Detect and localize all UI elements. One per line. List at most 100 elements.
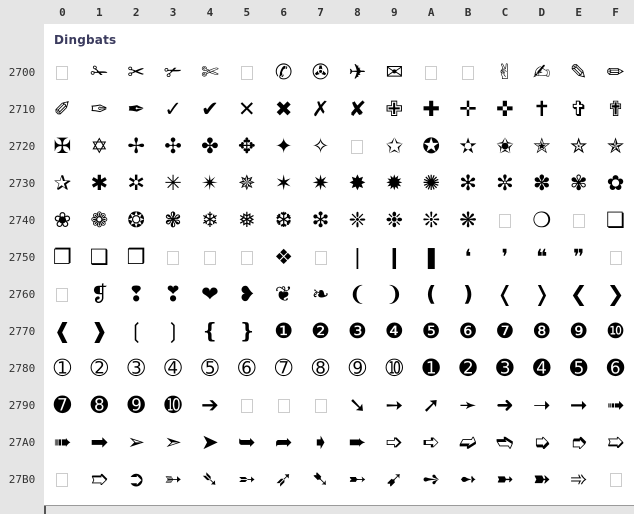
glyph-cell[interactable]: [560, 202, 597, 239]
glyph-cell[interactable]: ➙: [376, 387, 413, 424]
glyph-cell[interactable]: ➚: [413, 387, 450, 424]
glyph-cell[interactable]: ✧: [302, 128, 339, 165]
glyph-cell[interactable]: ❝: [523, 239, 560, 276]
glyph-cell[interactable]: ➦: [265, 424, 302, 461]
glyph-cell[interactable]: ❫: [450, 276, 487, 313]
glyph-cell[interactable]: ✪: [413, 128, 450, 165]
glyph-cell[interactable]: ➨: [339, 424, 376, 461]
glyph-cell[interactable]: ✒: [118, 91, 155, 128]
glyph-cell[interactable]: [487, 202, 524, 239]
glyph-cell[interactable]: ✴: [192, 165, 229, 202]
glyph-cell[interactable]: ✯: [597, 128, 634, 165]
glyph-cell[interactable]: ✐: [44, 91, 81, 128]
glyph-cell[interactable]: [302, 239, 339, 276]
glyph-cell[interactable]: ➂: [118, 350, 155, 387]
glyph-cell[interactable]: ➸: [339, 461, 376, 498]
glyph-cell[interactable]: ✖: [265, 91, 302, 128]
glyph-cell[interactable]: ❽: [523, 313, 560, 350]
glyph-cell[interactable]: ❇: [302, 202, 339, 239]
glyph-cell[interactable]: ❸: [339, 313, 376, 350]
glyph-cell[interactable]: ✣: [155, 128, 192, 165]
glyph-cell[interactable]: ❋: [450, 202, 487, 239]
glyph-cell[interactable]: ✰: [44, 165, 81, 202]
glyph-cell[interactable]: ❞: [560, 239, 597, 276]
glyph-cell[interactable]: [192, 239, 229, 276]
glyph-cell[interactable]: [413, 54, 450, 91]
glyph-cell[interactable]: ✈: [339, 54, 376, 91]
glyph-cell[interactable]: ❳: [155, 313, 192, 350]
glyph-cell[interactable]: ✑: [81, 91, 118, 128]
glyph-cell[interactable]: [228, 239, 265, 276]
glyph-cell[interactable]: ❏: [597, 202, 634, 239]
glyph-cell[interactable]: ➯: [597, 424, 634, 461]
glyph-cell[interactable]: ✦: [265, 128, 302, 165]
glyph-cell[interactable]: [44, 54, 81, 91]
glyph-cell[interactable]: ✹: [376, 165, 413, 202]
glyph-cell[interactable]: ❬: [487, 276, 524, 313]
glyph-cell[interactable]: ✸: [339, 165, 376, 202]
glyph-cell[interactable]: [44, 276, 81, 313]
glyph-cell[interactable]: ❲: [118, 313, 155, 350]
glyph-cell[interactable]: ✺: [413, 165, 450, 202]
glyph-cell[interactable]: ❙: [376, 239, 413, 276]
glyph-cell[interactable]: ➔: [192, 387, 229, 424]
glyph-cell[interactable]: ✡: [81, 128, 118, 165]
glyph-cell[interactable]: ➲: [118, 461, 155, 498]
glyph-cell[interactable]: ❼: [487, 313, 524, 350]
glyph-cell[interactable]: ✢: [118, 128, 155, 165]
glyph-cell[interactable]: ✌: [487, 54, 524, 91]
glyph-cell[interactable]: ➝: [523, 387, 560, 424]
glyph-cell[interactable]: ➤: [192, 424, 229, 461]
glyph-cell[interactable]: ➡: [81, 424, 118, 461]
glyph-cell[interactable]: ❍: [523, 202, 560, 239]
glyph-cell[interactable]: ➱: [81, 461, 118, 498]
glyph-cell[interactable]: ➻: [450, 461, 487, 498]
glyph-cell[interactable]: ✝: [523, 91, 560, 128]
glyph-cell[interactable]: ➵: [228, 461, 265, 498]
glyph-cell[interactable]: [450, 54, 487, 91]
glyph-cell[interactable]: ➾: [560, 461, 597, 498]
glyph-cell[interactable]: ✏: [597, 54, 634, 91]
glyph-cell[interactable]: ✂: [118, 54, 155, 91]
glyph-cell[interactable]: ✇: [302, 54, 339, 91]
glyph-cell[interactable]: ✛: [450, 91, 487, 128]
glyph-cell[interactable]: ✵: [228, 165, 265, 202]
glyph-cell[interactable]: ➣: [155, 424, 192, 461]
glyph-cell[interactable]: ❑: [81, 239, 118, 276]
glyph-cell[interactable]: ❖: [265, 239, 302, 276]
glyph-cell[interactable]: ✁: [81, 54, 118, 91]
glyph-cell[interactable]: [265, 387, 302, 424]
glyph-cell[interactable]: ✃: [155, 54, 192, 91]
glyph-cell[interactable]: ➑: [81, 387, 118, 424]
glyph-cell[interactable]: ✍: [523, 54, 560, 91]
glyph-cell[interactable]: ✟: [597, 91, 634, 128]
glyph-cell[interactable]: ➘: [339, 387, 376, 424]
glyph-cell[interactable]: ❄: [192, 202, 229, 239]
glyph-cell[interactable]: [597, 239, 634, 276]
glyph-cell[interactable]: ✞: [560, 91, 597, 128]
glyph-cell[interactable]: ❚: [413, 239, 450, 276]
glyph-cell[interactable]: ❥: [228, 276, 265, 313]
glyph-cell[interactable]: ✶: [265, 165, 302, 202]
glyph-cell[interactable]: ❾: [560, 313, 597, 350]
glyph-cell[interactable]: ✲: [118, 165, 155, 202]
glyph-cell[interactable]: ❀: [44, 202, 81, 239]
glyph-cell[interactable]: ➶: [265, 461, 302, 498]
glyph-cell[interactable]: ✙: [376, 91, 413, 128]
glyph-cell[interactable]: ➋: [450, 350, 487, 387]
glyph-cell[interactable]: ❻: [450, 313, 487, 350]
glyph-cell[interactable]: ➬: [487, 424, 524, 461]
glyph-cell[interactable]: ➽: [523, 461, 560, 498]
glyph-cell[interactable]: ➧: [302, 424, 339, 461]
glyph-cell[interactable]: ➊: [413, 350, 450, 387]
glyph-cell[interactable]: ➹: [376, 461, 413, 498]
glyph-cell[interactable]: ✉: [376, 54, 413, 91]
glyph-cell[interactable]: ➁: [81, 350, 118, 387]
glyph-cell[interactable]: ✱: [81, 165, 118, 202]
glyph-cell[interactable]: ➄: [192, 350, 229, 387]
glyph-cell[interactable]: ❜: [487, 239, 524, 276]
glyph-cell[interactable]: ❊: [413, 202, 450, 239]
glyph-cell[interactable]: ❡: [81, 276, 118, 313]
glyph-cell[interactable]: ➒: [118, 387, 155, 424]
glyph-cell[interactable]: ❤: [192, 276, 229, 313]
